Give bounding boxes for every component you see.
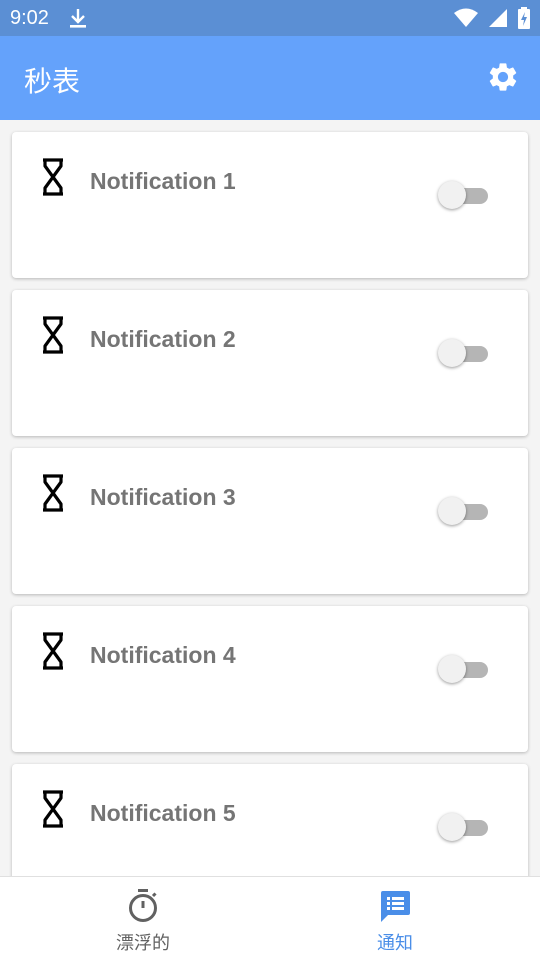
list-item: Notification 1	[12, 132, 528, 278]
gear-icon[interactable]	[486, 60, 520, 94]
toggle-thumb	[438, 497, 466, 525]
list-item: Notification 5	[12, 764, 528, 876]
list-item: Notification 3	[12, 448, 528, 594]
toggle-thumb	[438, 655, 466, 683]
download-icon	[68, 8, 88, 35]
hourglass-icon	[40, 632, 66, 675]
hourglass-icon	[40, 158, 66, 201]
wifi-icon	[454, 8, 478, 27]
status-bar: 9:02	[0, 0, 540, 36]
signal-icon	[489, 9, 507, 27]
status-time: 9:02	[10, 7, 49, 29]
toggle-thumb	[438, 813, 466, 841]
list-item: Notification 2	[12, 290, 528, 436]
notification-label: Notification 4	[90, 642, 236, 668]
nav-item-floating[interactable]: 漂浮的	[8, 877, 278, 961]
nav-label-floating: 漂浮的	[116, 933, 170, 953]
stopwatch-icon	[127, 889, 159, 928]
hourglass-icon	[40, 316, 66, 359]
notification-toggle[interactable]	[438, 812, 490, 842]
nav-item-notifications[interactable]: 通知	[260, 877, 530, 961]
notification-label: Notification 5	[90, 800, 236, 826]
list-item: Notification 4	[12, 606, 528, 752]
notification-label: Notification 2	[90, 326, 236, 352]
battery-charging-icon	[518, 7, 530, 29]
status-icons	[454, 7, 530, 29]
notification-label: Notification 1	[90, 168, 236, 194]
hourglass-icon	[40, 474, 66, 517]
notification-label: Notification 3	[90, 484, 236, 510]
toggle-thumb	[438, 339, 466, 367]
app-bar: 秒表	[0, 36, 540, 120]
page-title: 秒表	[24, 66, 81, 97]
notification-toggle[interactable]	[438, 338, 490, 368]
notification-toggle[interactable]	[438, 654, 490, 684]
hourglass-icon	[40, 790, 66, 833]
notification-toggle[interactable]	[438, 180, 490, 210]
nav-label-notifications: 通知	[377, 933, 413, 953]
notification-list[interactable]: Notification 1 Notification 2 Notificati…	[0, 120, 540, 876]
notification-toggle[interactable]	[438, 496, 490, 526]
toggle-thumb	[438, 181, 466, 209]
notification-list-icon	[379, 889, 411, 928]
bottom-navigation: 漂浮的 通知	[0, 876, 540, 961]
